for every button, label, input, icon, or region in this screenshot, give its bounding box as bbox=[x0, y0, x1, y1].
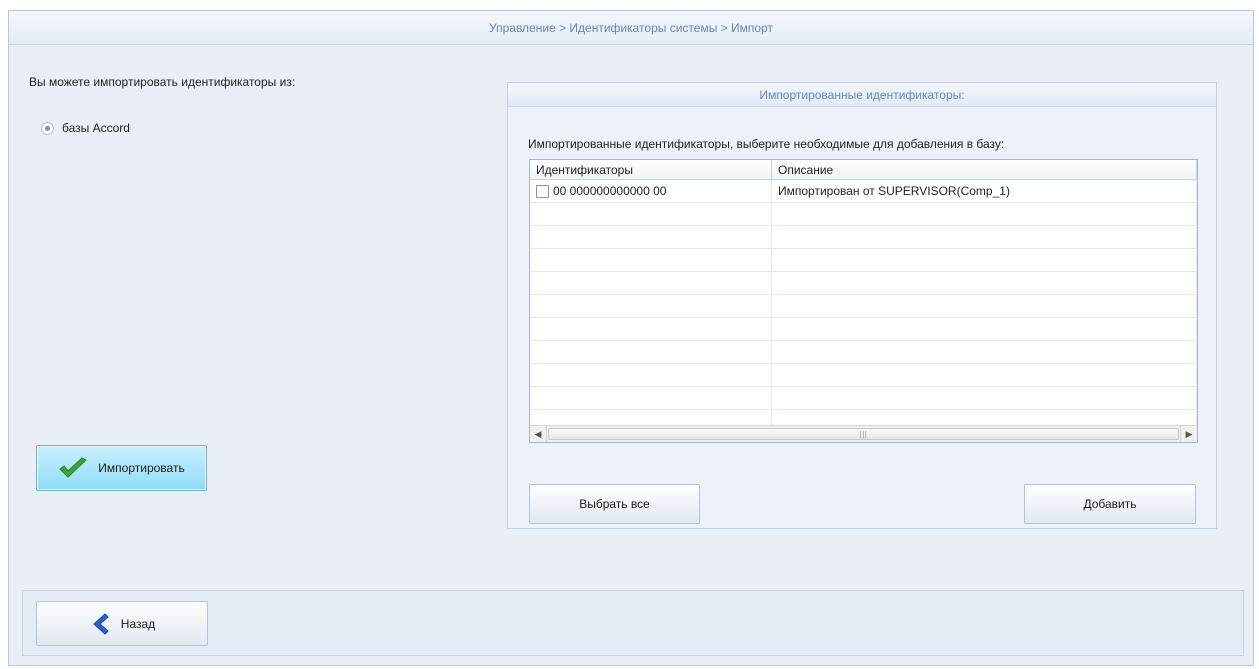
import-button[interactable]: Импортировать bbox=[36, 445, 207, 491]
empty-row bbox=[530, 341, 1197, 364]
import-button-label: Импортировать bbox=[98, 461, 185, 475]
empty-row bbox=[530, 203, 1197, 226]
id-value: 00 000000000000 00 bbox=[553, 184, 667, 198]
panel-subtitle: Импортированные идентификаторы, выберите… bbox=[528, 137, 1005, 151]
select-all-button[interactable]: Выбрать все bbox=[529, 484, 700, 524]
ids-table: Идентификаторы Описание 00 000000000000 … bbox=[529, 159, 1198, 443]
empty-row bbox=[530, 364, 1197, 387]
panel-title: Импортированные идентификаторы: bbox=[508, 83, 1216, 107]
scroll-left-icon[interactable]: ◀ bbox=[530, 426, 547, 442]
table-header: Идентификаторы Описание bbox=[530, 160, 1197, 180]
column-header-ids[interactable]: Идентификаторы bbox=[530, 160, 772, 179]
description-cell: Импортирован от SUPERVISOR(Comp_1) bbox=[772, 180, 1197, 202]
checkmark-icon bbox=[59, 457, 88, 478]
intro-text: Вы можете импортировать идентификаторы и… bbox=[29, 75, 296, 89]
empty-row bbox=[530, 318, 1197, 341]
empty-row bbox=[530, 272, 1197, 295]
empty-row bbox=[530, 387, 1197, 410]
empty-row bbox=[530, 249, 1197, 272]
imported-ids-panel: Импортированные идентификаторы: Импортир… bbox=[507, 82, 1217, 529]
back-button-label: Назад bbox=[120, 616, 156, 631]
column-header-description[interactable]: Описание bbox=[772, 160, 1197, 179]
empty-row bbox=[530, 295, 1197, 318]
add-label: Добавить bbox=[1083, 497, 1137, 511]
horizontal-scrollbar[interactable]: ◀ ||| ▶ bbox=[530, 425, 1197, 442]
chevron-left-icon bbox=[93, 612, 109, 635]
radio-button[interactable] bbox=[41, 121, 54, 135]
radio-option-accord[interactable]: базы Accord bbox=[41, 121, 130, 135]
select-all-label: Выбрать все bbox=[579, 497, 650, 511]
radio-label: базы Accord bbox=[62, 121, 130, 135]
table-row[interactable]: 00 000000000000 00 Импортирован от SUPER… bbox=[530, 180, 1197, 203]
id-cell: 00 000000000000 00 bbox=[530, 180, 772, 202]
row-checkbox[interactable] bbox=[536, 184, 549, 198]
main-window: Управление > Идентификаторы системы > Им… bbox=[8, 10, 1254, 666]
scroll-right-icon[interactable]: ▶ bbox=[1180, 426, 1197, 442]
back-button[interactable]: Назад bbox=[36, 601, 208, 646]
add-button[interactable]: Добавить bbox=[1024, 484, 1196, 524]
radio-selected-dot bbox=[45, 125, 50, 131]
breadcrumb: Управление > Идентификаторы системы > Им… bbox=[9, 11, 1253, 45]
scrollbar-thumb[interactable]: ||| bbox=[548, 428, 1179, 440]
empty-row bbox=[530, 226, 1197, 249]
